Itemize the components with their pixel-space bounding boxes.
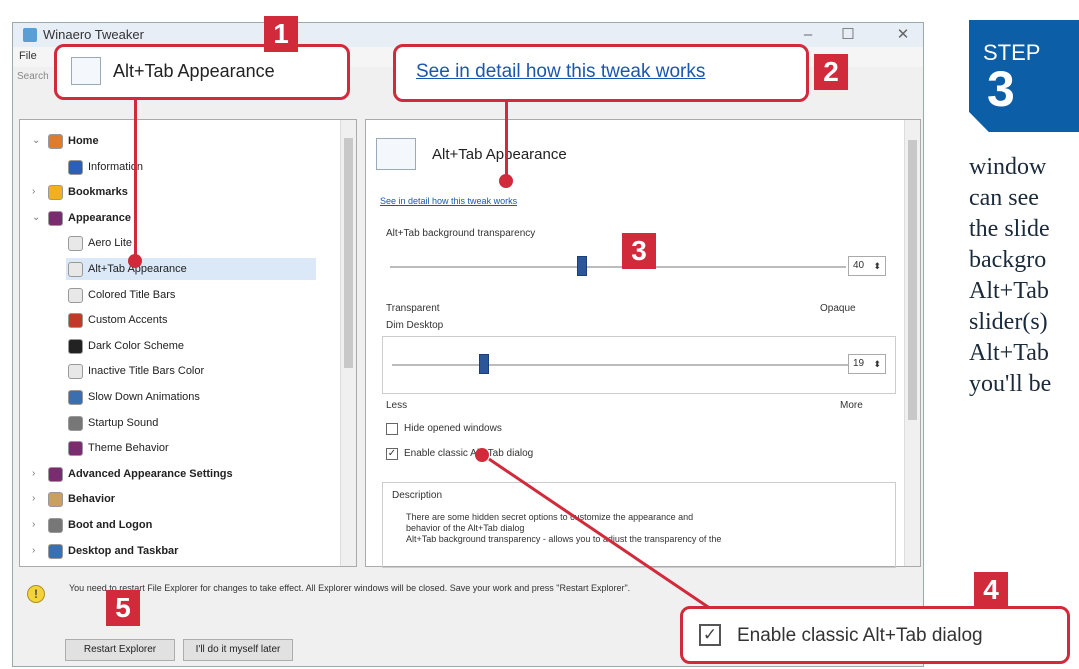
callout-4-text: Enable classic Alt+Tab dialog [737, 625, 983, 646]
article-text: window can see the slide backgro Alt+Tab… [969, 152, 1079, 400]
article-line: slider(s) [969, 309, 1048, 335]
callout-5-number: 5 [106, 590, 140, 626]
window-thumbnail-icon [71, 57, 101, 85]
callout-4-box: ✓ Enable classic Alt+Tab dialog [680, 606, 1070, 664]
callout-2-number: 2 [814, 54, 848, 90]
article-line: you'll be [969, 371, 1052, 397]
callout-2-box: See in detail how this tweak works [393, 44, 809, 102]
article-line: Alt+Tab [969, 278, 1049, 304]
checkbox-checked-icon: ✓ [699, 624, 721, 646]
article-line: can see [969, 185, 1039, 211]
callout-2-link[interactable]: See in detail how this tweak works [416, 61, 705, 83]
article-line: Alt+Tab [969, 340, 1049, 366]
callout-1-text: Alt+Tab Appearance [113, 61, 275, 81]
callout-4-number: 4 [974, 572, 1008, 608]
article-line: backgro [969, 247, 1047, 273]
callout-1-number: 1 [264, 16, 298, 52]
step-number: 3 [987, 61, 1015, 117]
callout-3-number: 3 [622, 233, 656, 269]
callout-4-dot [475, 448, 489, 462]
callout-4-line [488, 457, 715, 613]
article-line: window [969, 154, 1047, 180]
article-line: the slide [969, 216, 1050, 242]
step-badge: STEP 3 [969, 20, 1079, 132]
callout-1-box: Alt+Tab Appearance [54, 44, 350, 100]
